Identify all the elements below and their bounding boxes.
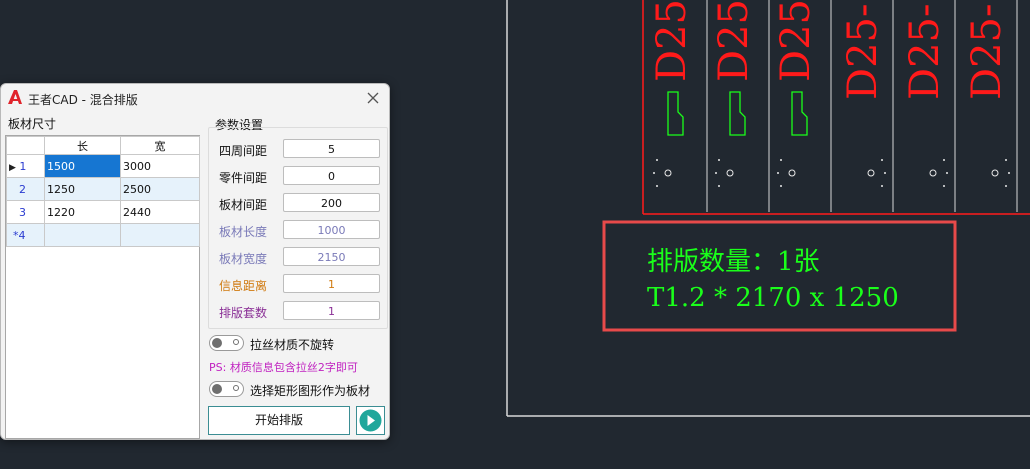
cell-length[interactable]: 1220 (44, 200, 121, 224)
row-header-corner (6, 136, 45, 155)
cell-width[interactable]: 2440 (120, 200, 200, 224)
cell-width[interactable] (120, 223, 200, 247)
part-gap-input[interactable]: 0 (283, 166, 380, 185)
toggle-knob (212, 384, 222, 394)
toggle-knob (212, 338, 222, 348)
play-icon (359, 409, 382, 432)
autocad-logo-icon (8, 90, 22, 104)
sheet-length-input[interactable]: 1000 (283, 220, 380, 239)
ps-note: PS: 材质信息包含拉丝2字即可 (209, 361, 358, 374)
row-number[interactable]: 2 (6, 177, 45, 201)
cell-width[interactable]: 3000 (120, 154, 200, 178)
sheet-gap-input[interactable]: 200 (283, 193, 380, 212)
run-button[interactable] (356, 406, 385, 435)
layout-sets-input[interactable]: 1 (283, 301, 380, 320)
layout-sets-label: 排版套数 (219, 306, 268, 320)
row-number[interactable]: 3 (6, 200, 45, 224)
info-distance-label: 信息距离 (219, 279, 268, 293)
part-label: D25- (649, 0, 695, 82)
table-row[interactable]: 3 1220 2440 (6, 200, 200, 224)
sheet-width-input[interactable]: 2150 (283, 247, 380, 266)
no-rotate-label[interactable]: 拉丝材质不旋转 (250, 336, 334, 353)
part-label: D25- (964, 4, 1010, 100)
cell-width[interactable]: 2500 (120, 177, 200, 201)
current-row-arrow-icon: ▶ (9, 162, 16, 173)
sheet-size-group-label: 板材尺寸 (8, 117, 57, 131)
part-gap-label: 零件间距 (219, 171, 268, 185)
layout-count-text: 排版数量：1张 (647, 247, 820, 277)
start-nesting-button[interactable]: 开始排版 (208, 406, 350, 435)
table-row[interactable]: 2 1250 2500 (6, 177, 200, 201)
sheet-length-label: 板材长度 (219, 225, 268, 239)
new-row-marker[interactable]: *4 (6, 223, 45, 247)
sheet-width-label: 板材宽度 (219, 252, 268, 266)
no-rotate-toggle[interactable] (209, 335, 244, 351)
sheet-size-table[interactable]: 长 宽 ▶ 1 1500 3000 2 1250 2500 3 1220 244… (5, 135, 200, 439)
edge-margin-input[interactable]: 5 (283, 139, 380, 158)
toggle-off-indicator (233, 385, 239, 391)
part-label: D25- (711, 0, 757, 82)
rect-as-sheet-label[interactable]: 选择矩形图形作为板材 (250, 382, 370, 399)
table-row[interactable]: ▶ 1 1500 3000 (6, 154, 200, 178)
nested-parts: D25- D25- D25- D25- D25- D25- (642, 0, 1030, 215)
part-label: D25- (902, 4, 948, 100)
info-distance-input[interactable]: 1 (283, 274, 380, 293)
cell-length[interactable] (44, 223, 121, 247)
table-header-row: 长 宽 (6, 136, 200, 155)
sheet-gap-label: 板材间距 (219, 198, 268, 212)
title-bar[interactable]: 王者CAD - 混合排版 (1, 84, 389, 112)
part-label: D25- (840, 4, 886, 100)
mixed-nesting-dialog: 王者CAD - 混合排版 板材尺寸 参数设置 长 宽 ▶ 1 1500 3000 (0, 83, 390, 440)
close-icon[interactable] (363, 88, 383, 108)
layout-size-text: T1.2 * 2170 x 1250 (647, 283, 899, 313)
column-header-width[interactable]: 宽 (120, 136, 200, 155)
row-number: 1 (19, 159, 27, 173)
cell-length[interactable]: 1250 (44, 177, 121, 201)
cell-length[interactable]: 1500 (44, 154, 121, 178)
column-header-length[interactable]: 长 (44, 136, 121, 155)
new-row[interactable]: *4 (6, 223, 200, 247)
rect-as-sheet-toggle[interactable] (209, 381, 244, 397)
edge-margin-label: 四周间距 (219, 144, 268, 158)
row-header[interactable]: ▶ 1 (6, 154, 45, 178)
dialog-title: 王者CAD - 混合排版 (28, 93, 138, 107)
part-label: D25- (773, 0, 819, 82)
toggle-off-indicator (233, 339, 239, 345)
